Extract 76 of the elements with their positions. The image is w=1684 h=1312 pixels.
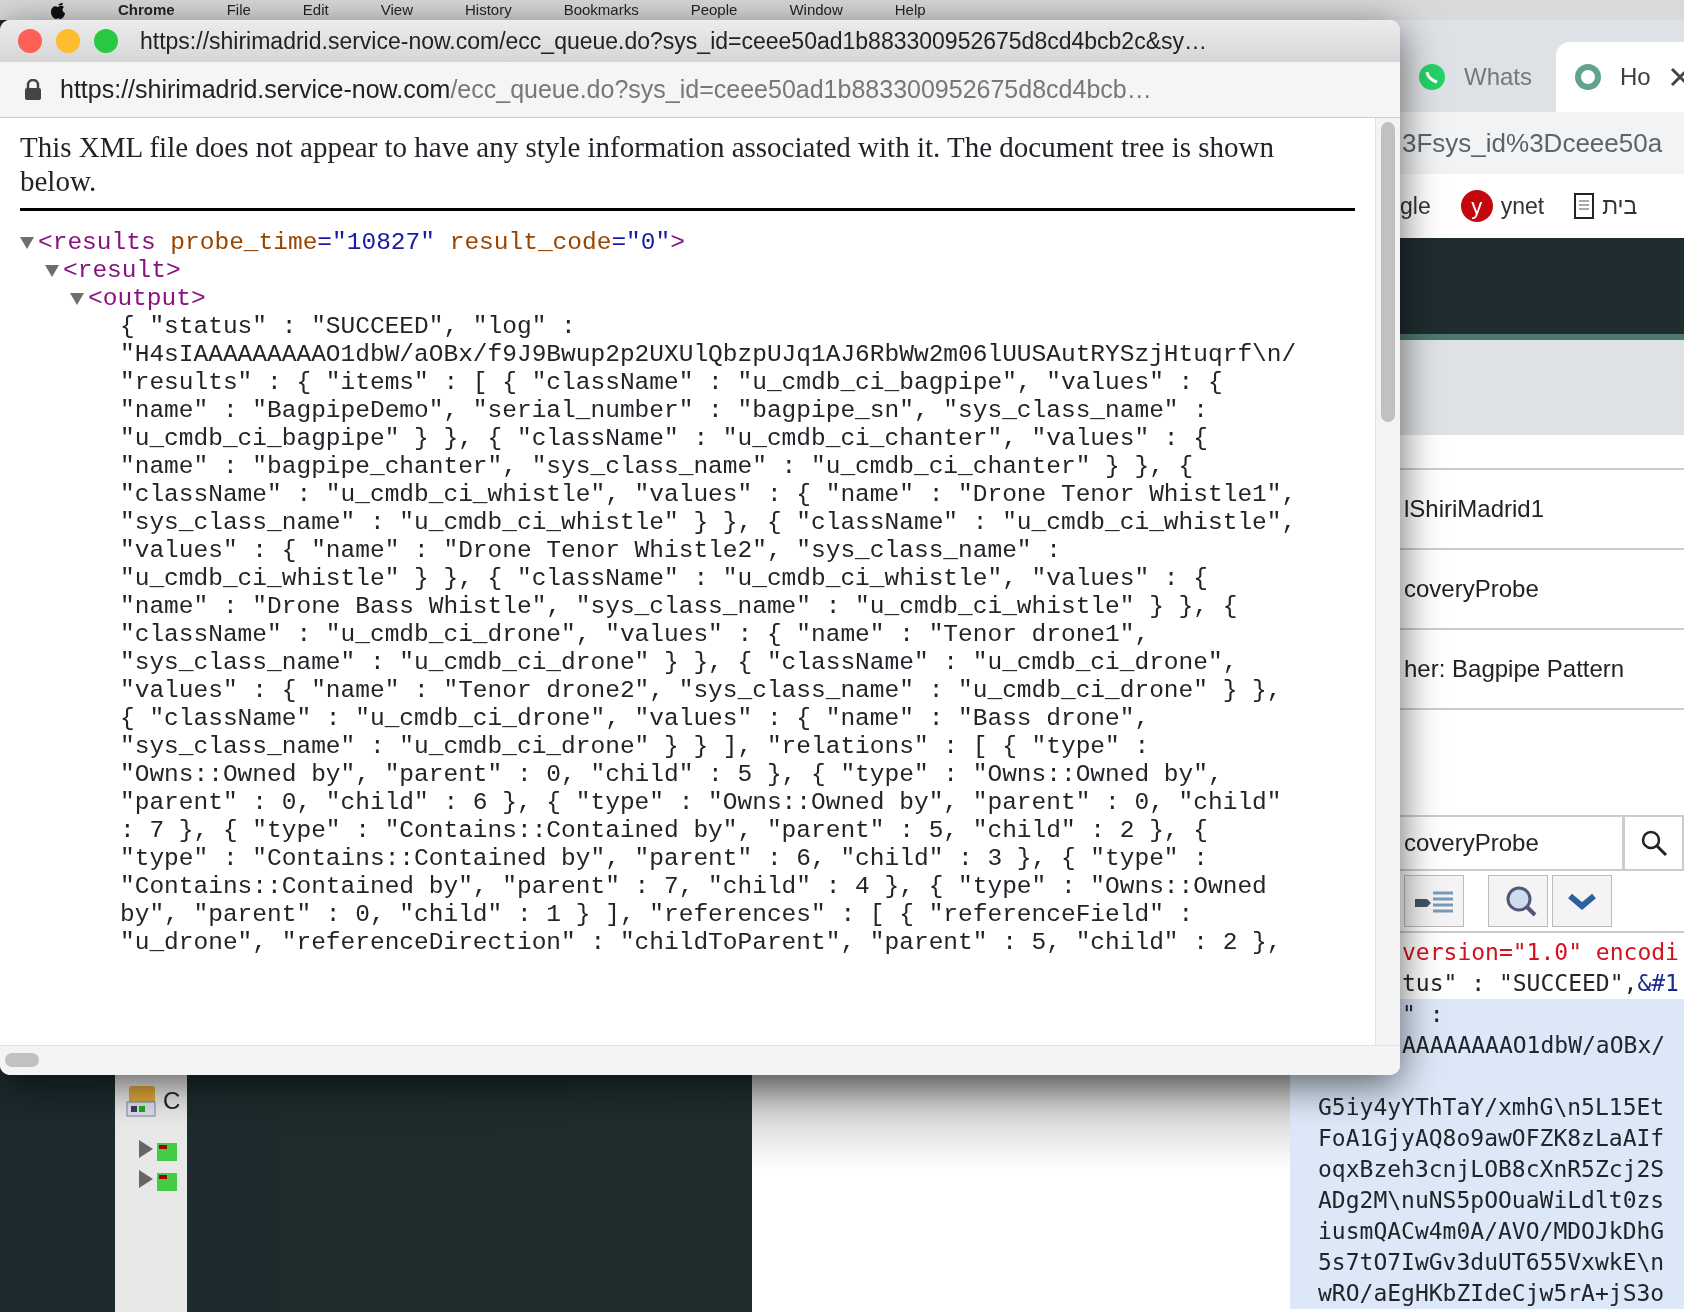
ring-icon xyxy=(1574,63,1602,91)
xml-text-line: "className" : "u_cmdb_ci_drone", "values" : { "name" : "Tenor drone1", xyxy=(120,621,1150,648)
search-icon xyxy=(1639,829,1668,857)
git-folder-icon[interactable] xyxy=(125,1084,159,1118)
close-icon[interactable] xyxy=(1668,66,1684,88)
collapse-arrow-icon[interactable] xyxy=(20,237,34,249)
xml-text-line: "sys_class_name" : "u_cmdb_ci_drone" } }, { "className" : "u_cmdb_ci_drone", xyxy=(120,649,1238,676)
toolbar-button[interactable] xyxy=(1552,875,1612,927)
menu-item[interactable]: Window xyxy=(789,0,843,20)
xml-text-line: "H4sIAAAAAAAAAO1dbW/aOBx/f9J9Bwup2p2UXUlQbzpUJq1AJ6RbWw2m06lUUSAutRYSzjHtuqrf\n/ xyxy=(120,341,1297,368)
xml-text-line: "name" : "BagpipeDemo", "serial_number" : "bagpipe_sn", "sys_class_name" : xyxy=(120,397,1208,424)
menu-item[interactable]: History xyxy=(464,0,512,20)
xml-text-line: { "status" : "SUCCEED", "log" : xyxy=(120,313,576,340)
bookmark[interactable]: y ynet xyxy=(1460,188,1545,224)
xml-text-line: "name" : "bagpipe_chanter", "sys_class_name" : "u_cmdb_ci_chanter" } }, { xyxy=(120,453,1194,480)
xml-tag: <results probe_time="10827" result_code="0"> xyxy=(38,229,685,257)
code-line: AAAAAAAAO1dbW/aOBx/ xyxy=(1402,1032,1666,1058)
xml-text-line: "Contains::Contained by", "parent" : 7, "child" : 4 }, { "type" : "Owns::Owned xyxy=(120,873,1267,900)
collapse-arrow-icon[interactable] xyxy=(45,265,59,277)
notice-text: This XML file does not appear to have any style information associated with it. The document tree is shown below. xyxy=(20,130,1275,198)
menu-item[interactable]: People xyxy=(690,0,738,20)
menu-item[interactable]: Bookmarks xyxy=(563,0,639,20)
panel-title: C xyxy=(163,1086,181,1116)
xml-text-line: "values" : { "name" : "Tenor drone2", "sys_class_name" : "u_cmdb_ci_drone" } }, xyxy=(120,677,1282,704)
xml-text-line: : 7 }, { "type" : "Contains::Contained by", "parent" : 5, "child" : 2 }, { xyxy=(120,817,1208,844)
apple-icon[interactable] xyxy=(50,1,66,19)
xml-text-line: "Owns::Owned by", "parent" : 0, "child" : 5 }, { "type" : "Owns::Owned by", xyxy=(120,761,1223,788)
xml-text-line: "className" : "u_cmdb_ci_whistle", "values" : { "name" : "Drone Tenor Whistle1", xyxy=(120,481,1297,508)
code-line: wRO/aEgHKbZIdeCjw5rA+jS3o xyxy=(1318,1280,1665,1306)
xml-text-line: "name" : "Drone Bass Whistle", "sys_class_name" : "u_cmdb_ci_whistle" } }, { xyxy=(120,593,1238,620)
browser-tab[interactable]: Ho xyxy=(1556,42,1684,112)
code-line: 5s7tO7IwGv3duUT655VxwkE\n xyxy=(1318,1249,1665,1275)
collapse-arrow-icon[interactable] xyxy=(70,293,84,305)
scrollbar-thumb[interactable] xyxy=(1381,122,1395,422)
xml-text-line: "u_drone", "referenceDirection" : "childToParent", "parent" : 5, "child" : 2 }, xyxy=(120,929,1282,956)
code-line: version="1.0" encodi xyxy=(1402,939,1679,965)
xml-text-line: "results" : { "items" : [ { "className" : "u_cmdb_ci_bagpipe", "values" : { xyxy=(120,369,1223,396)
address-text: https://shirimadrid.service-now.com/ecc_queue.do?sys_id=ceee50ad1b883300952675d8cd4bcb… xyxy=(60,73,1152,105)
menu-item[interactable]: File xyxy=(226,0,251,20)
code-line: iusmQACw4m0A/AVO/MDOJkDhG xyxy=(1318,1218,1665,1244)
toolbar-button[interactable] xyxy=(1488,875,1548,927)
xml-text-line: by", "parent" : 0, "child" : 1 } ], "references" : [ { "referenceField" : xyxy=(120,901,1194,928)
xml-tag: <output> xyxy=(88,285,206,313)
toolbar-button[interactable] xyxy=(1404,875,1464,927)
xml-tag: <result> xyxy=(63,257,181,285)
window-title: https://shirimadrid.service-now.com/ecc_queue.do?sys_id=ceee50ad1b883300952675d8cd4bcb2c&sy… xyxy=(140,26,1207,56)
code-line: ADg2M\nuNS5pOOuaWiLdlt0zs xyxy=(1318,1187,1665,1213)
xml-text-line: "u_cmdb_ci_bagpipe" } }, { "className" : "u_cmdb_ci_chanter", "values" : { xyxy=(120,425,1208,452)
code-line: " : xyxy=(1402,1001,1444,1027)
xml-text-line: "type" : "Contains::Contained by", "parent" : 6, "child" : 3 }, { "type" : xyxy=(120,845,1208,872)
chat-bubble-icon xyxy=(1418,63,1446,91)
code-line: G5iy4yYThTaY/xmhG\n5L15Et xyxy=(1318,1094,1665,1120)
chevron-down-icon xyxy=(1567,892,1597,910)
bookmark[interactable]: בית xyxy=(1574,188,1638,224)
code-line: tus" : "SUCCEED",&#1 xyxy=(1402,970,1679,996)
menu-item[interactable]: View xyxy=(380,0,413,20)
xml-text-line: "sys_class_name" : "u_cmdb_ci_drone" } } ], "relations" : [ { "type" : xyxy=(120,733,1150,760)
scrollbar-thumb[interactable] xyxy=(5,1053,39,1067)
menu-item[interactable]: Chrome xyxy=(118,0,175,20)
xml-text-line: { "className" : "u_cmdb_ci_drone", "values" : { "name" : "Bass drone", xyxy=(120,705,1150,732)
menu-item[interactable]: Edit xyxy=(302,0,329,20)
xml-text-line: "parent" : 0, "child" : 6 }, { "type" : "Owns::Owned by", "parent" : 0, "child" xyxy=(120,789,1282,816)
expand-arrow-icon[interactable] xyxy=(139,1140,153,1158)
page-icon xyxy=(1574,193,1595,219)
scrollbar[interactable] xyxy=(1375,118,1400,1045)
search-button[interactable] xyxy=(1624,815,1684,871)
bookmark[interactable]: gle xyxy=(1400,188,1431,224)
code-line: oqxBzeh3cnjLOB8cXnR5Zcj2S xyxy=(1318,1156,1665,1182)
xml-text-line: "sys_class_name" : "u_cmdb_ci_whistle" } }, { "className" : "u_cmdb_ci_whistle", xyxy=(120,509,1297,536)
expand-arrow-icon[interactable] xyxy=(139,1170,153,1188)
lock-icon xyxy=(24,78,42,101)
menu-item[interactable]: Help xyxy=(894,0,926,20)
xml-text-line: "u_cmdb_ci_whistle" } }, { "className" : "u_cmdb_ci_whistle", "values" : { xyxy=(120,565,1208,592)
xml-text-line: "values" : { "name" : "Drone Tenor Whistle2", "sys_class_name" : xyxy=(120,537,1061,564)
code-line: FoA1GjyAQ8o9awOFZK8zLaAIf xyxy=(1318,1125,1665,1151)
scrollbar[interactable] xyxy=(0,1045,1400,1075)
